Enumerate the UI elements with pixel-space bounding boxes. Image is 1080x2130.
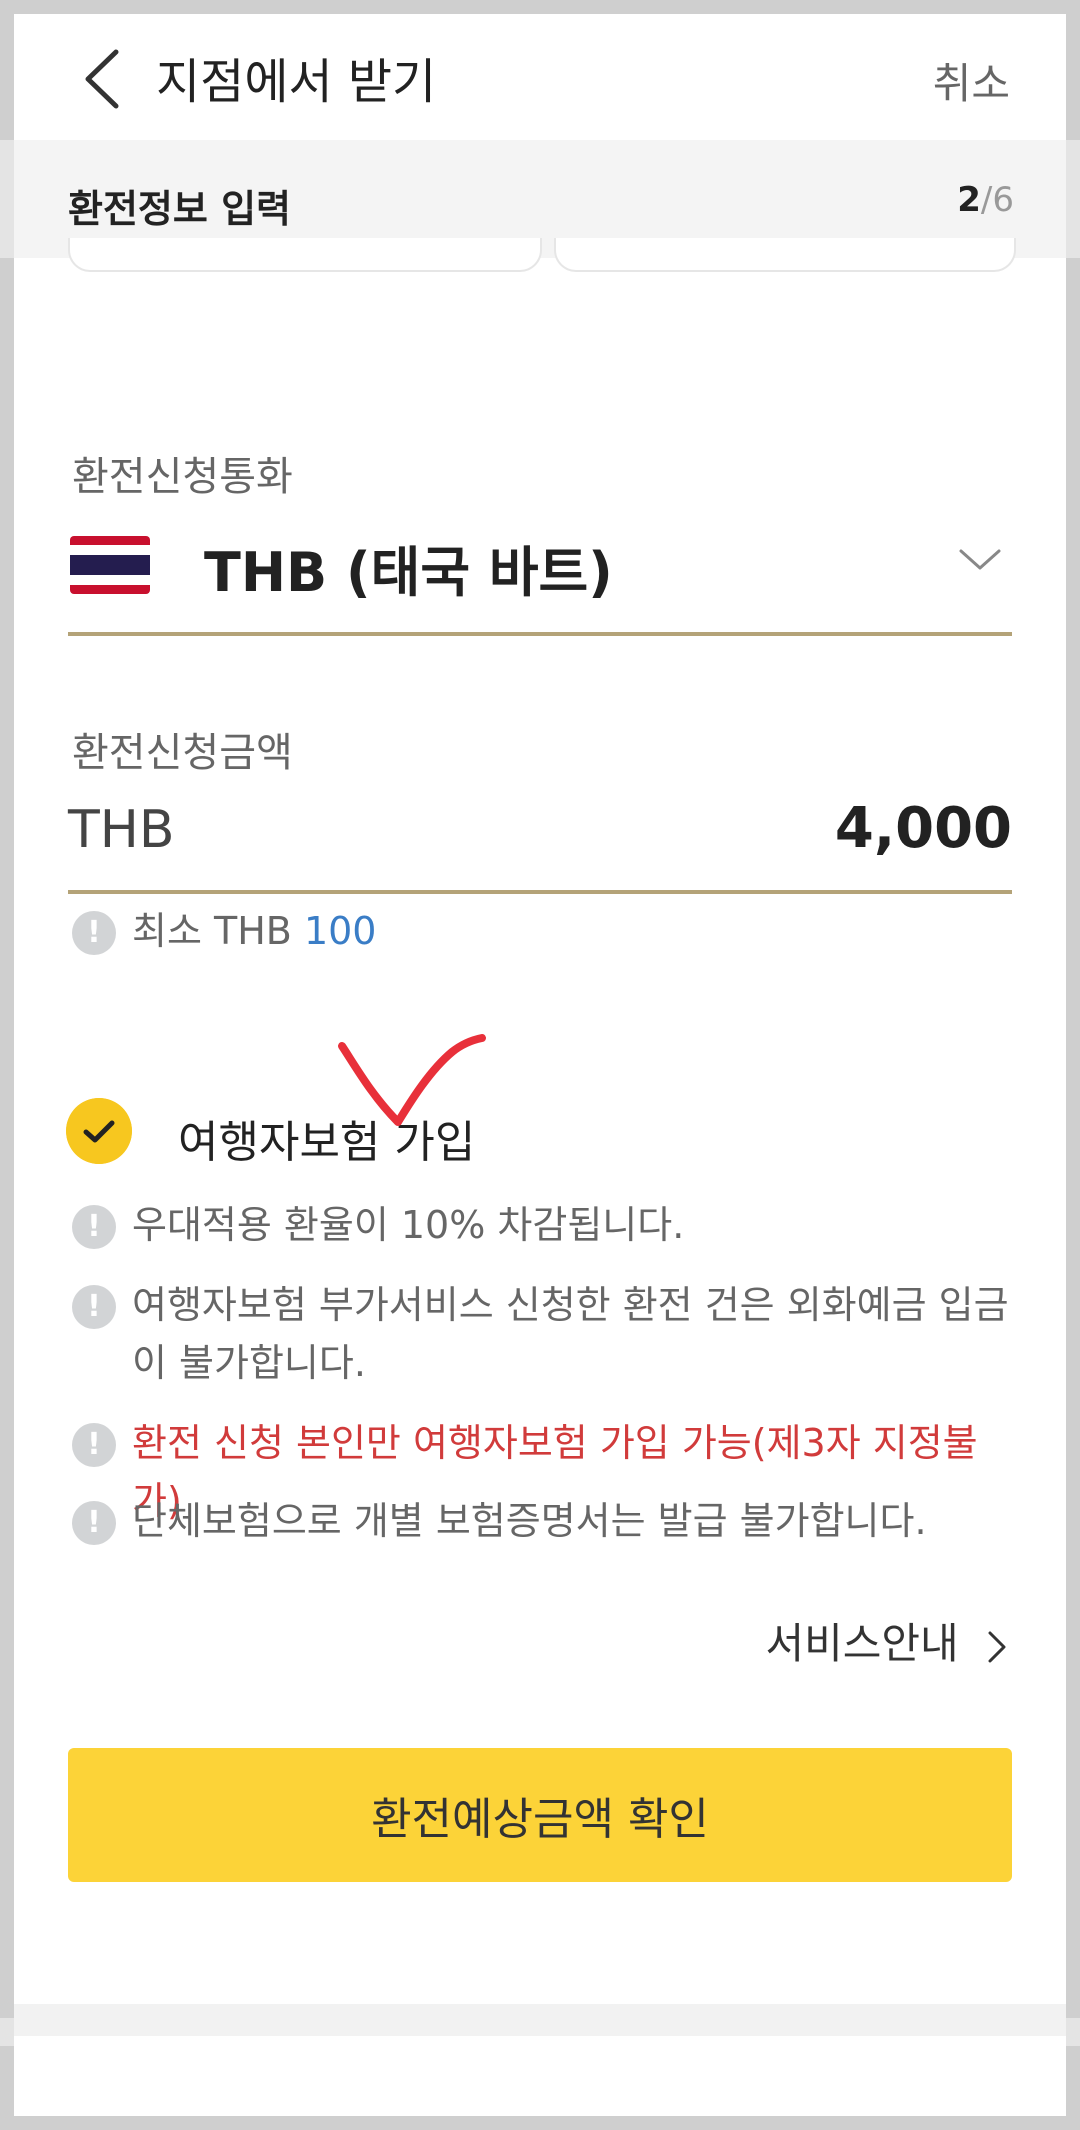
minimum-value: 100: [303, 909, 377, 953]
cancel-button[interactable]: 취소: [933, 50, 1010, 111]
total-steps: 6: [992, 180, 1014, 220]
amount-currency: THB: [68, 800, 175, 860]
currency-label: 환전신청통화: [72, 454, 293, 500]
exclamation-icon: !: [72, 1205, 116, 1249]
screen: 지점에서 받기 취소 환전정보 입력 2/6 환전신청통화 THB (태국 바트…: [14, 14, 1066, 2116]
page-title: 지점에서 받기: [156, 54, 437, 110]
step-counter: 2/6: [957, 180, 1014, 220]
bottom-divider: [14, 2004, 1066, 2036]
notice-text: 단체보험으로 개별 보험증명서는 발급 불가합니다.: [132, 1499, 927, 1543]
step-title: 환전정보 입력: [68, 187, 291, 231]
chevron-left-icon: [85, 49, 119, 109]
minimum-notice: ! 최소 THB 100: [72, 902, 1012, 960]
notice-text: 우대적용 환율이 10% 차감됩니다.: [132, 1203, 685, 1247]
notice-text: 여행자보험 부가서비스 신청한 환전 건은 외화예금 입금이 불가합니다.: [132, 1283, 1009, 1385]
amount-label: 환전신청금액: [72, 730, 293, 776]
notice-item: ! 우대적용 환율이 10% 차감됩니다.: [72, 1196, 1012, 1254]
previous-field-left[interactable]: [68, 238, 542, 272]
currency-select[interactable]: THB (태국 바트): [68, 514, 1012, 636]
exclamation-icon: !: [72, 1285, 116, 1329]
confirm-estimate-button[interactable]: 환전예상금액 확인: [68, 1748, 1012, 1882]
selected-currency: THB (태국 바트): [204, 541, 613, 604]
notice-item: ! 여행자보험 부가서비스 신청한 환전 건은 외화예금 입금이 불가합니다.: [72, 1276, 1012, 1392]
chevron-down-icon: [959, 549, 1001, 570]
chevron-right-icon: [988, 1631, 1006, 1662]
current-step: 2: [957, 180, 981, 220]
service-info-label: 서비스안내: [765, 1619, 959, 1668]
step-separator: /: [980, 180, 993, 220]
amount-field[interactable]: THB 4,000: [68, 784, 1012, 894]
notice-item: ! 단체보험으로 개별 보험증명서는 발급 불가합니다.: [72, 1492, 1012, 1550]
service-info-link[interactable]: 서비스안내: [765, 1610, 1010, 1671]
hand-drawn-checkmark-annotation: [338, 1034, 486, 1126]
checkmark-icon: [66, 1098, 132, 1164]
exclamation-icon: !: [72, 911, 116, 955]
previous-field-right[interactable]: [554, 238, 1016, 272]
top-app-bar: 지점에서 받기 취소: [14, 14, 1066, 140]
exclamation-icon: !: [72, 1423, 116, 1467]
exclamation-icon: !: [72, 1501, 116, 1545]
thailand-flag-icon: [70, 536, 150, 594]
back-button[interactable]: [72, 44, 132, 114]
minimum-prefix: 최소 THB: [132, 909, 292, 953]
amount-input[interactable]: 4,000: [612, 796, 1012, 861]
